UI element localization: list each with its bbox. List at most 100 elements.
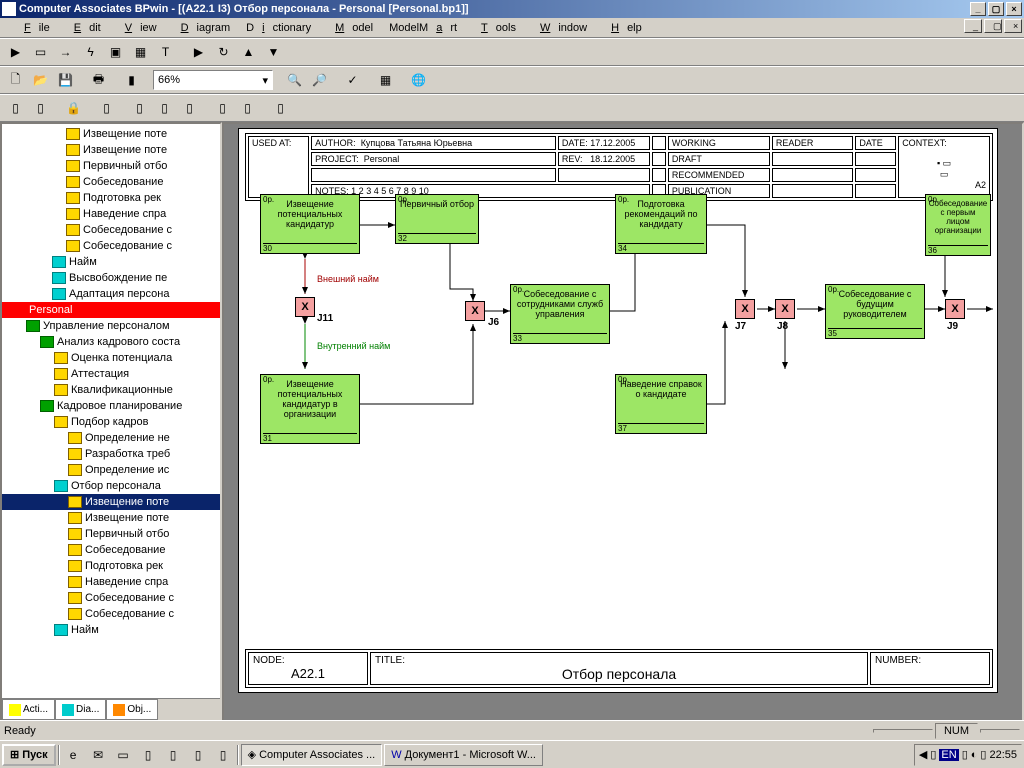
pointer-tool[interactable]: ▶ bbox=[4, 41, 27, 63]
quick-app2-icon[interactable]: ▯ bbox=[162, 744, 185, 766]
mdi-minimize-button[interactable]: _ bbox=[964, 19, 982, 33]
tree-item[interactable]: Найм bbox=[2, 622, 220, 638]
activity-31[interactable]: 0р.Извещение потенциальных кандидатур в … bbox=[260, 374, 360, 444]
model-button[interactable]: ▦ bbox=[374, 69, 397, 91]
tree-item[interactable]: Анализ кадрового соста bbox=[2, 334, 220, 350]
tb3-9[interactable]: ▯ bbox=[236, 97, 259, 119]
start-button[interactable]: ⊞ Пуск bbox=[2, 744, 56, 766]
system-tray[interactable]: ◀ ▯ EN ▯ ◐ ▯ 22:55 bbox=[914, 744, 1022, 766]
menu-modelmart[interactable]: ModelMart bbox=[381, 22, 465, 34]
tree-item[interactable]: Оценка потенциала bbox=[2, 350, 220, 366]
menu-edit[interactable]: Edit bbox=[58, 22, 109, 34]
tb3-1[interactable]: ▯ bbox=[4, 97, 27, 119]
maximize-button[interactable]: ▢ bbox=[988, 2, 1004, 16]
spellcheck-button[interactable]: ✓ bbox=[341, 69, 364, 91]
box-tool[interactable]: ▭ bbox=[29, 41, 52, 63]
tb3-3[interactable]: 🔒 bbox=[62, 97, 85, 119]
activity-34[interactable]: 0р.Подготовка рекомендаций по кандидату3… bbox=[615, 194, 707, 254]
tree-item[interactable]: Адаптация персона bbox=[2, 286, 220, 302]
tree-item[interactable]: Квалификационные bbox=[2, 382, 220, 398]
squiggle-tool[interactable]: ϟ bbox=[79, 41, 102, 63]
tree-item[interactable]: Собеседование с bbox=[2, 606, 220, 622]
tray-lang[interactable]: EN bbox=[939, 749, 958, 761]
activity-30[interactable]: 0р.Извещение потенциальных кандидатур30 bbox=[260, 194, 360, 254]
menu-view[interactable]: View bbox=[109, 22, 165, 34]
tb3-2[interactable]: ▯ bbox=[29, 97, 52, 119]
zoom-in-button[interactable]: 🔍 bbox=[283, 69, 306, 91]
tab-activities[interactable]: Acti... bbox=[2, 699, 55, 720]
tray-clock[interactable]: 22:55 bbox=[989, 749, 1017, 761]
tree-item[interactable]: Высвобождение пе bbox=[2, 270, 220, 286]
tray-icon-4[interactable]: ◐ bbox=[971, 749, 978, 761]
refresh-tool[interactable]: ↻ bbox=[212, 41, 235, 63]
tree-item[interactable]: Наведение спра bbox=[2, 206, 220, 222]
junction-j7[interactable]: X bbox=[735, 299, 755, 319]
up-tool[interactable]: ▲ bbox=[237, 41, 260, 63]
zoom-combo[interactable]: 66% ▾ bbox=[153, 70, 273, 90]
tree-item[interactable]: Собеседование с bbox=[2, 238, 220, 254]
junction-j8[interactable]: X bbox=[775, 299, 795, 319]
tree-item[interactable]: Наведение спра bbox=[2, 574, 220, 590]
tab-diagram[interactable]: Dia... bbox=[55, 699, 106, 720]
play-tool[interactable]: ▶ bbox=[187, 41, 210, 63]
tb3-10[interactable]: ▯ bbox=[269, 97, 292, 119]
menu-help[interactable]: Help bbox=[595, 22, 650, 34]
print-button[interactable]: 🖶 bbox=[87, 69, 110, 91]
menu-model[interactable]: Model bbox=[319, 22, 381, 34]
tree-item[interactable]: Аттестация bbox=[2, 366, 220, 382]
tray-icon-5[interactable]: ▯ bbox=[980, 748, 986, 761]
tb3-7[interactable]: ▯ bbox=[178, 97, 201, 119]
arrow-tool[interactable]: → bbox=[54, 41, 77, 63]
tree-item[interactable]: Подбор кадров bbox=[2, 414, 220, 430]
activity-32[interactable]: 0р.Первичный отбор32 bbox=[395, 194, 479, 244]
tb3-5[interactable]: ▯ bbox=[128, 97, 151, 119]
tab-objects[interactable]: Obj... bbox=[106, 699, 158, 720]
tree-item[interactable]: Отбор персонала bbox=[2, 478, 220, 494]
tray-icon-1[interactable]: ◀ bbox=[919, 748, 927, 761]
activity-35[interactable]: 0р.Собеседование с будущим руководителем… bbox=[825, 284, 925, 339]
save-button[interactable]: 💾 bbox=[54, 69, 77, 91]
quick-app4-icon[interactable]: ▯ bbox=[212, 744, 235, 766]
zoom-out-button[interactable]: 🔎 bbox=[308, 69, 331, 91]
tree-item[interactable]: Собеседование bbox=[2, 174, 220, 190]
junction-j6[interactable]: X bbox=[465, 301, 485, 321]
tree-item[interactable]: Определение не bbox=[2, 430, 220, 446]
menu-file[interactable]: File bbox=[8, 22, 58, 34]
quick-app1-icon[interactable]: ▯ bbox=[137, 744, 160, 766]
activity-33[interactable]: 0р.Собеседование с сотрудниками служб уп… bbox=[510, 284, 610, 344]
tree-item[interactable]: Первичный отбо bbox=[2, 526, 220, 542]
model-tree[interactable]: Извещение потеИзвещение потеПервичный от… bbox=[2, 124, 220, 640]
tree-item[interactable]: Извещение поте bbox=[2, 142, 220, 158]
quick-app3-icon[interactable]: ▯ bbox=[187, 744, 210, 766]
tb3-6[interactable]: ▯ bbox=[153, 97, 176, 119]
new-button[interactable]: 🗋 bbox=[4, 69, 27, 91]
junction-j9[interactable]: X bbox=[945, 299, 965, 319]
tree-item[interactable]: Определение ис bbox=[2, 462, 220, 478]
junction-j11[interactable]: X bbox=[295, 297, 315, 317]
tree-item[interactable]: Подготовка рек bbox=[2, 558, 220, 574]
ref2-tool[interactable]: ▦ bbox=[129, 41, 152, 63]
activity-36[interactable]: 0р.Собеседование с первым лицом организа… bbox=[925, 194, 991, 256]
tree-item[interactable]: Подготовка рек bbox=[2, 190, 220, 206]
menu-tools[interactable]: Tools bbox=[465, 22, 524, 34]
tree-item[interactable]: Извещение поте bbox=[2, 494, 220, 510]
task-word[interactable]: WДокумент1 - Microsoft W... bbox=[384, 744, 543, 766]
down-tool[interactable]: ▼ bbox=[262, 41, 285, 63]
tb3-4[interactable]: ▯ bbox=[95, 97, 118, 119]
tree-item[interactable]: Кадровое планирование bbox=[2, 398, 220, 414]
task-bpwin[interactable]: ◈Computer Associates ... bbox=[241, 744, 383, 766]
tree-item[interactable]: Собеседование bbox=[2, 542, 220, 558]
tree-item[interactable]: Первичный отбо bbox=[2, 158, 220, 174]
report-button[interactable]: ▮ bbox=[120, 69, 143, 91]
quick-outlook-icon[interactable]: ✉ bbox=[87, 744, 110, 766]
mdi-maximize-button[interactable]: ▢ bbox=[984, 19, 1002, 33]
tree-item[interactable]: Извещение поте bbox=[2, 126, 220, 142]
close-button[interactable]: × bbox=[1006, 2, 1022, 16]
tb3-8[interactable]: ▯ bbox=[211, 97, 234, 119]
diagram-canvas[interactable]: USED AT: AUTHOR: Купцова Татьяна Юрьевна… bbox=[222, 122, 1024, 722]
text-tool[interactable]: T bbox=[154, 41, 177, 63]
quick-desktop-icon[interactable]: ▭ bbox=[112, 744, 135, 766]
tree-item[interactable]: Управление персоналом bbox=[2, 318, 220, 334]
tree-item[interactable]: Извещение поте bbox=[2, 510, 220, 526]
menu-dictionary[interactable]: Dictionary bbox=[238, 22, 319, 34]
